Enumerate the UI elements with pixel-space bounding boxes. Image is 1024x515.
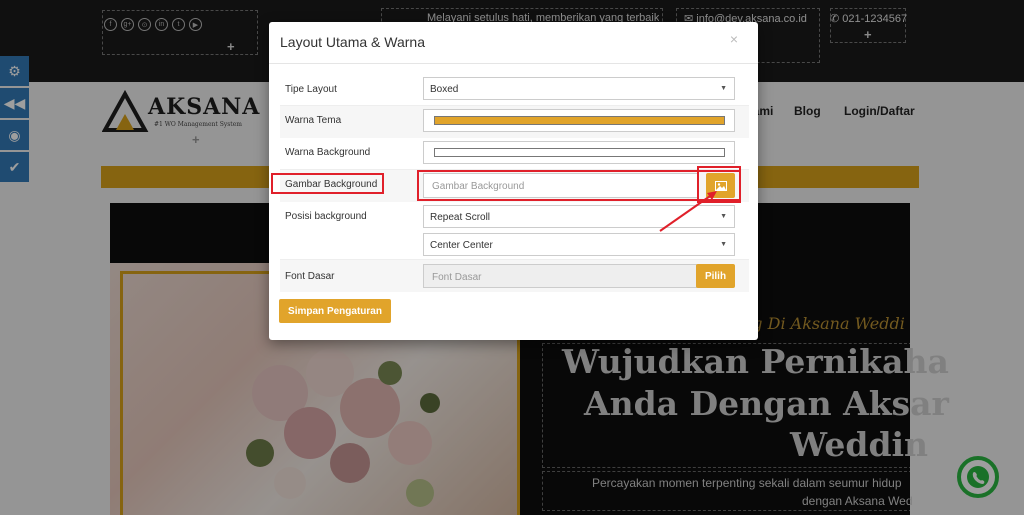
modal-title: Layout Utama & Warna	[280, 34, 425, 50]
font-dasar-label: Font Dasar	[285, 271, 335, 282]
warna-background-picker[interactable]	[423, 141, 735, 164]
warna-tema-label: Warna Tema	[285, 115, 342, 126]
posisi-background-label: Posisi background	[285, 211, 367, 222]
font-dasar-input[interactable]: Font Dasar	[423, 264, 697, 288]
close-icon[interactable]: ×	[730, 31, 738, 47]
warna-background-label: Warna Background	[285, 147, 371, 158]
warna-tema-picker[interactable]	[423, 109, 735, 132]
tipe-layout-label: Tipe Layout	[285, 84, 337, 95]
simpan-pengaturan-button[interactable]: Simpan Pengaturan	[279, 299, 391, 323]
highlight-gambar-label	[271, 173, 384, 194]
caret-down-icon: ▼	[720, 241, 727, 248]
tipe-layout-value: Boxed	[430, 84, 459, 95]
font-dasar-placeholder: Font Dasar	[432, 272, 482, 283]
tipe-layout-select[interactable]: Boxed ▼	[423, 77, 735, 100]
posisi-position-value: Center Center	[430, 240, 493, 251]
pilih-font-button[interactable]: Pilih	[696, 264, 735, 288]
caret-down-icon: ▼	[720, 85, 727, 92]
modal-header: Layout Utama & Warna ×	[269, 22, 758, 64]
arrow-annotation-icon	[659, 191, 717, 232]
warna-tema-swatch	[434, 116, 725, 125]
warna-background-swatch	[434, 148, 725, 157]
posisi-repeat-value: Repeat Scroll	[430, 212, 491, 223]
posisi-position-select[interactable]: Center Center ▼	[423, 233, 735, 256]
